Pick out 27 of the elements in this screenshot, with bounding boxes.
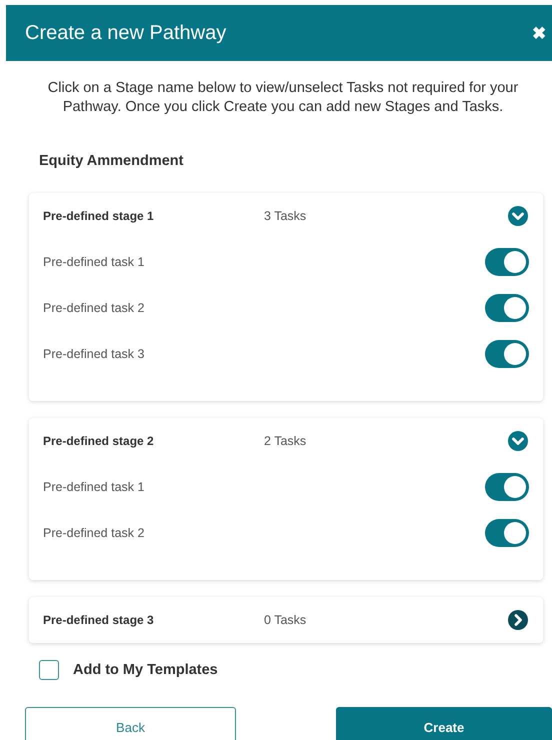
chevron-down-icon[interactable] — [508, 206, 528, 226]
task-count: 2 Tasks — [264, 434, 308, 448]
toggle-switch[interactable] — [485, 519, 529, 547]
pathway-name: Equity Ammendment — [39, 153, 184, 169]
toggle-switch[interactable] — [485, 473, 529, 501]
chevron-right-icon[interactable] — [508, 610, 528, 630]
task-name: Pre-defined task 1 — [43, 480, 146, 494]
task-name: Pre-defined task 1 — [43, 255, 146, 269]
checkbox[interactable] — [39, 660, 59, 680]
chevron-down-icon[interactable] — [508, 431, 528, 451]
task-name: Pre-defined task 2 — [43, 301, 146, 315]
intro-text: Click on a Stage name below to view/unselect Tasks not required for your Pathway. Once you click Create you can add new Stages and Tasks. — [46, 79, 520, 117]
toggle-switch[interactable] — [485, 294, 529, 322]
close-button[interactable]: ✖ — [532, 22, 546, 44]
stage-name[interactable]: Pre-defined stage 2 — [43, 434, 264, 448]
task-count: 3 Tasks — [264, 209, 308, 223]
dialog-title: Create a new Pathway — [25, 22, 226, 44]
task-name: Pre-defined task 2 — [43, 526, 146, 540]
stage-name[interactable]: Pre-defined stage 3 — [43, 613, 264, 627]
back-button[interactable]: Back — [25, 707, 236, 740]
checkbox-label: Add to My Templates — [73, 662, 218, 678]
task-name: Pre-defined task 3 — [43, 347, 146, 361]
toggle-switch[interactable] — [485, 248, 529, 276]
create-button[interactable]: Create — [336, 707, 552, 740]
stage-name[interactable]: Pre-defined stage 1 — [43, 209, 264, 223]
toggle-switch[interactable] — [485, 340, 529, 368]
task-count: 0 Tasks — [264, 613, 308, 627]
